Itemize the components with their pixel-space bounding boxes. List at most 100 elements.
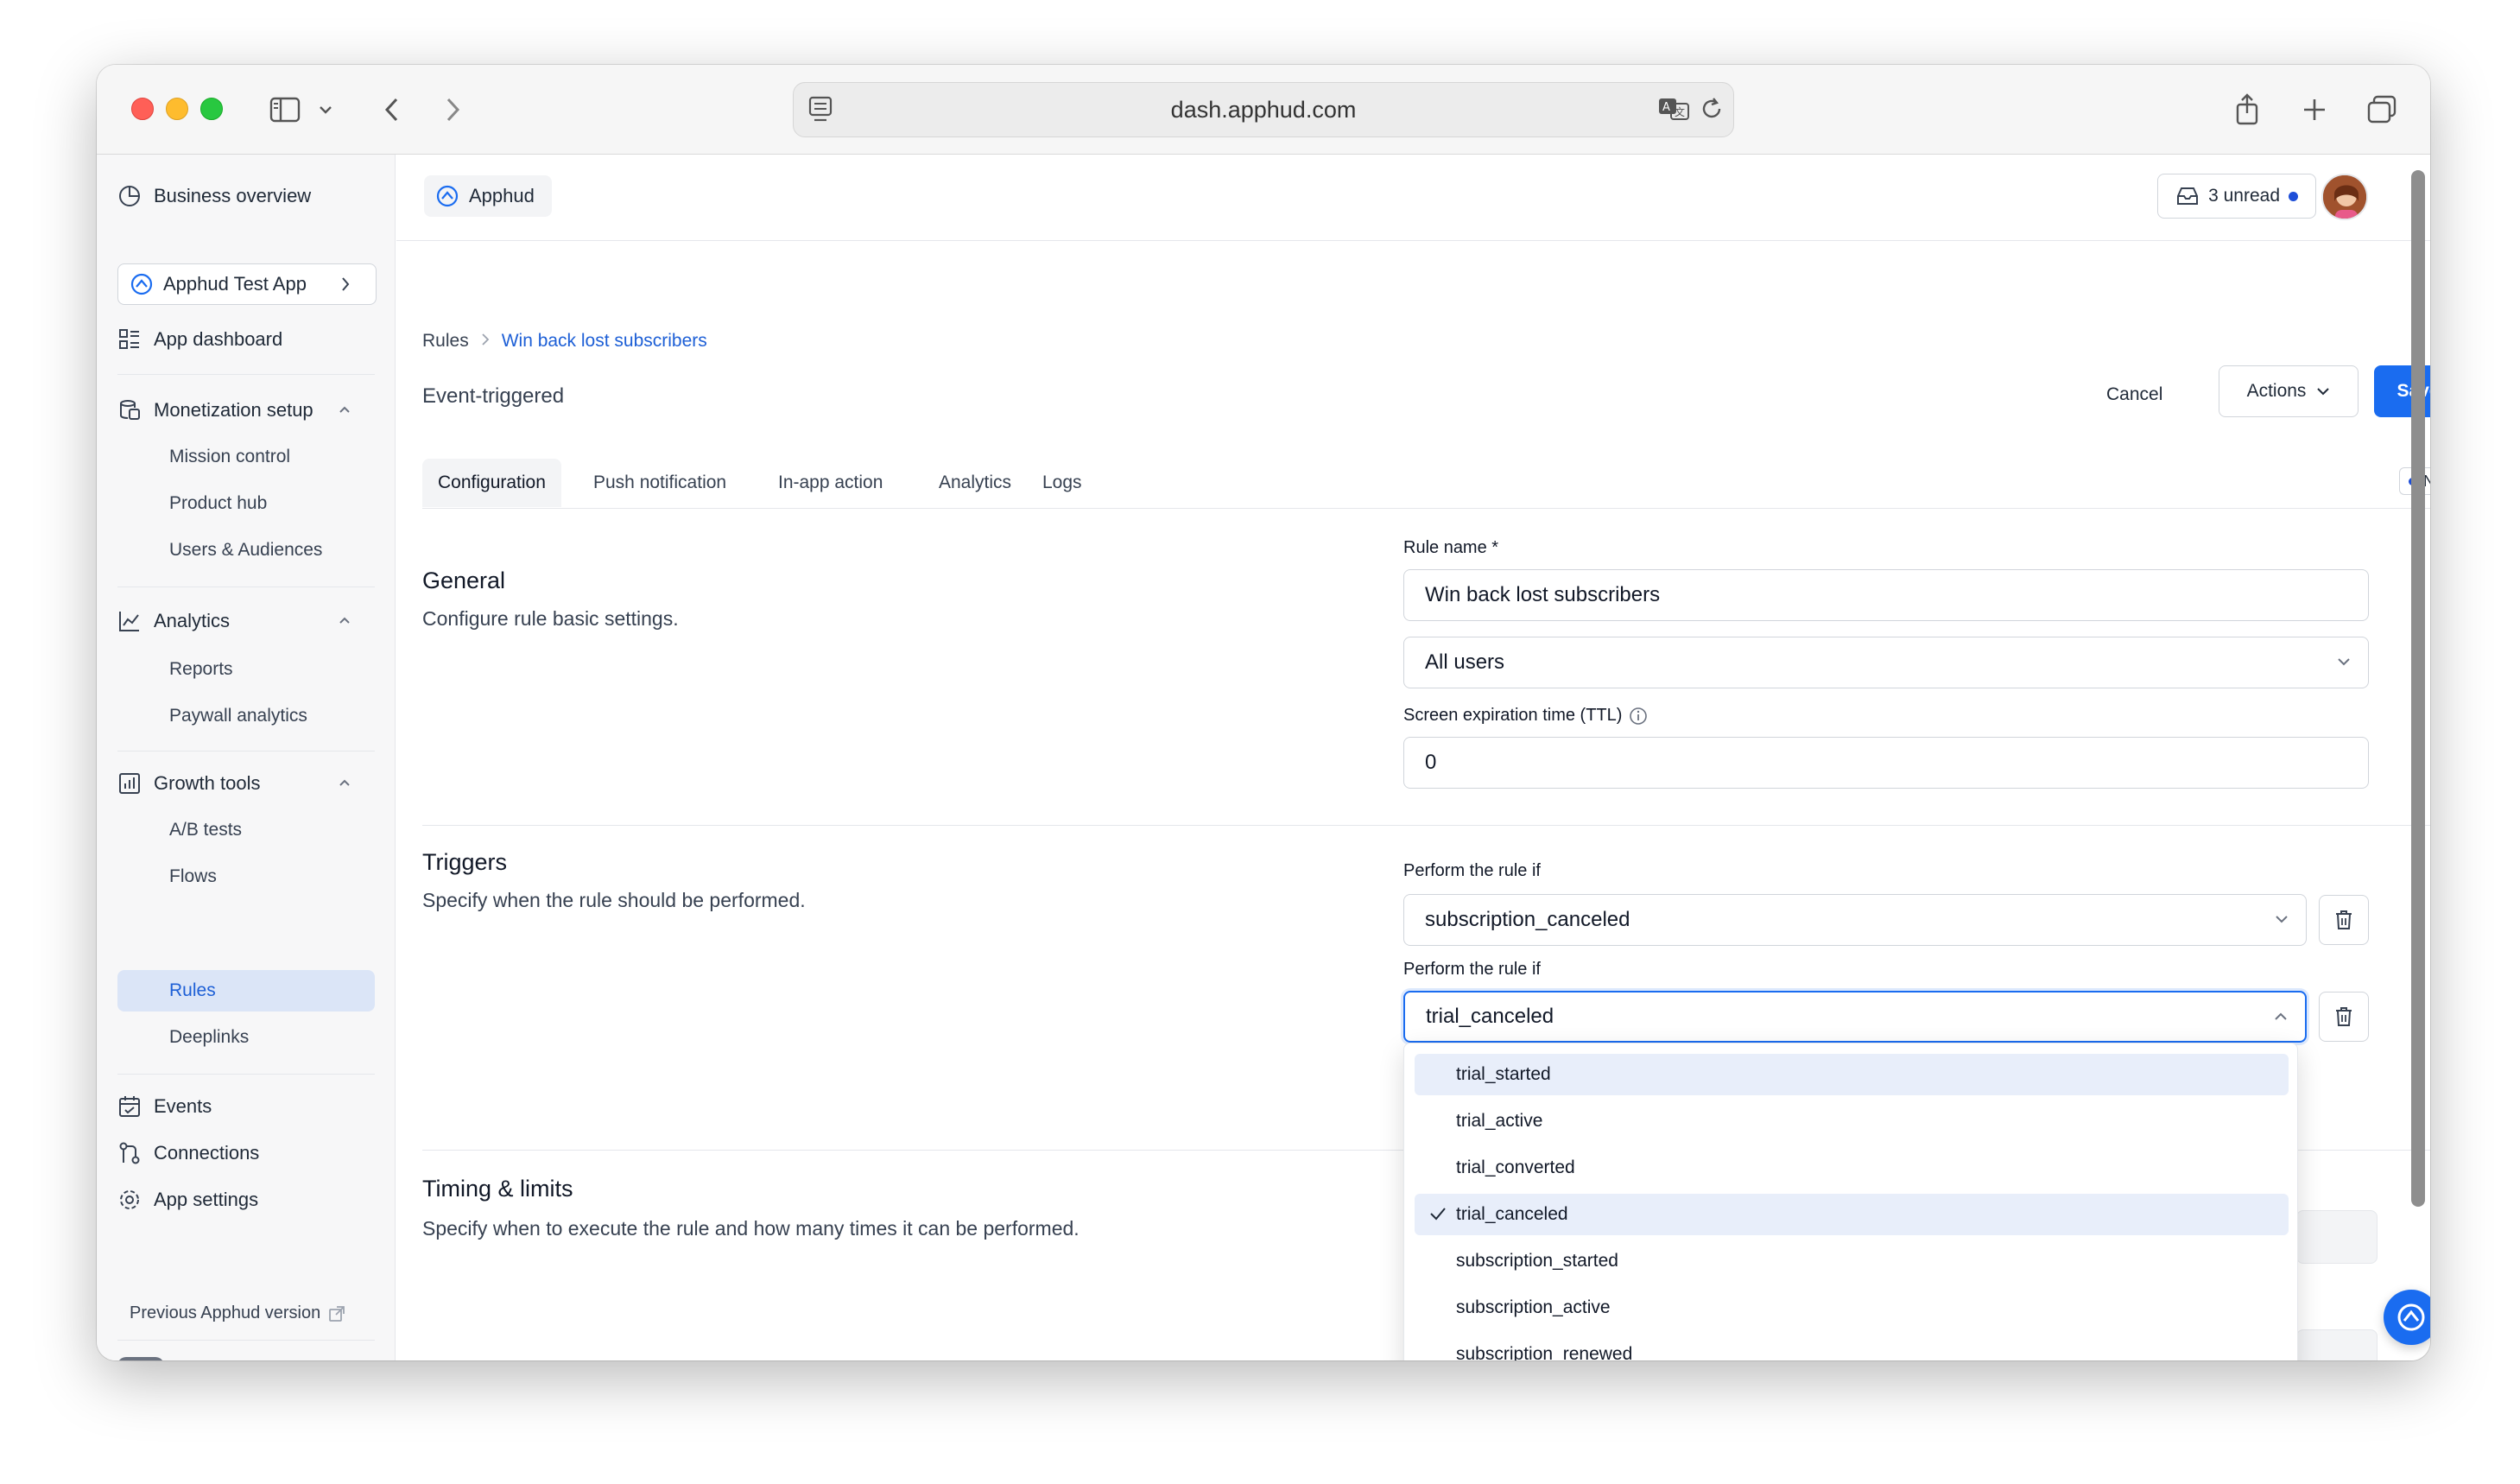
trigger-condition-select-open[interactable]: trial_canceled [1403, 991, 2307, 1043]
page-settings-icon[interactable] [807, 95, 833, 130]
external-link-icon [329, 1305, 345, 1322]
avatar[interactable] [2321, 174, 2368, 220]
timing-section-title: Timing & limits [422, 1176, 573, 1202]
sidebar-item-mission-control[interactable]: Mission control [169, 438, 290, 476]
sidebar-item-connections[interactable]: Connections [117, 1134, 259, 1172]
close-window-button[interactable] [131, 98, 154, 120]
chevron-up-icon [2275, 1012, 2287, 1020]
unread-notifications-button[interactable]: 3 unread [2157, 174, 2316, 219]
browser-titlebar: dash.apphud.com A文 [97, 65, 2430, 155]
address-bar[interactable]: dash.apphud.com A文 [793, 82, 1734, 137]
apphud-logo-icon[interactable] [117, 1357, 164, 1360]
connections-icon [119, 1142, 140, 1164]
cancel-button[interactable]: Cancel [2106, 384, 2162, 405]
trash-icon [2336, 910, 2352, 929]
new-tab-icon[interactable] [2297, 91, 2332, 129]
tab-push-notification[interactable]: Push notification [593, 459, 726, 507]
dropdown-option-subscription-started[interactable]: subscription_started [1415, 1240, 2289, 1282]
url-text: dash.apphud.com [1170, 96, 1357, 123]
tab-configuration[interactable]: Configuration [422, 459, 561, 507]
unread-count-label: 3 unread [2208, 186, 2280, 206]
sidebar-item-users-audiences[interactable]: Users & Audiences [169, 531, 322, 569]
tab-logs[interactable]: Logs [1042, 459, 1082, 507]
sidebar-item-reports[interactable]: Reports [169, 650, 233, 688]
info-icon[interactable] [1629, 707, 1648, 726]
sidebar-item-product-hub[interactable]: Product hub [169, 485, 267, 523]
sidebar-item-business-overview[interactable]: Business overview [117, 177, 311, 215]
chevron-down-icon[interactable] [313, 91, 339, 129]
trigger-condition-value: subscription_canceled [1425, 908, 1630, 931]
apphud-logo-icon [2397, 1303, 2425, 1331]
trigger-options-dropdown: trial_started trial_active trial_convert… [1403, 1043, 2298, 1360]
sidebar-item-app-dashboard[interactable]: App dashboard [117, 320, 282, 358]
organization-chip[interactable]: Apphud [424, 175, 552, 217]
dropdown-option-trial-converted[interactable]: trial_converted [1415, 1147, 2289, 1189]
trigger-condition-label: Perform the rule if [1403, 960, 1541, 979]
app-selector[interactable]: Apphud Test App [117, 263, 377, 305]
tab-analytics[interactable]: Analytics [939, 459, 1011, 507]
sidebar-group-monetization[interactable]: Monetization setup [117, 391, 375, 429]
audience-select-value: All users [1425, 650, 1505, 674]
forward-arrow-icon[interactable] [435, 91, 470, 129]
sidebar-item-rules[interactable]: Rules [169, 972, 216, 1010]
tab-in-app-action[interactable]: In-app action [778, 459, 883, 507]
tab-bar: Configuration Push notification In-app a… [422, 459, 2430, 509]
sidebar-item-app-settings[interactable]: App settings [117, 1181, 258, 1219]
delete-condition-button[interactable] [2319, 992, 2369, 1042]
sidebar-item-label: Business overview [154, 185, 312, 206]
dropdown-option-subscription-renewed[interactable]: subscription_renewed [1415, 1334, 2289, 1360]
sidebar-group-growth-tools[interactable]: Growth tools [117, 764, 375, 802]
sidebar-item-events[interactable]: Events [117, 1088, 212, 1126]
chevron-down-icon [2338, 658, 2350, 666]
dropdown-option-label: trial_canceled [1456, 1204, 1568, 1224]
timing-field[interactable] [2296, 1210, 2378, 1264]
sidebar-divider [117, 1074, 375, 1075]
actions-dropdown-button[interactable]: Actions [2219, 365, 2359, 417]
sidebar-toggle-icon[interactable] [266, 91, 304, 129]
translate-icon[interactable]: A文 [1657, 95, 1690, 129]
rule-name-input[interactable]: Win back lost subscribers [1403, 569, 2369, 621]
sidebar-item-paywall-analytics[interactable]: Paywall analytics [169, 697, 307, 735]
section-divider [422, 825, 2430, 826]
delete-condition-button[interactable] [2319, 895, 2369, 945]
sidebar-item-label: App dashboard [154, 328, 283, 350]
organization-name: Apphud [469, 185, 535, 206]
sidebar-group-analytics[interactable]: Analytics [117, 602, 375, 640]
unread-dot [2289, 191, 2298, 201]
minimize-window-button[interactable] [166, 98, 188, 120]
trigger-condition-label: Perform the rule if [1403, 861, 1541, 880]
dropdown-option-trial-active[interactable]: trial_active [1415, 1100, 2289, 1142]
growth-chart-icon [119, 773, 140, 794]
previous-version-link[interactable]: Previous Apphud version [130, 1303, 346, 1323]
sidebar-divider [117, 374, 375, 375]
breadcrumb-current[interactable]: Win back lost subscribers [502, 331, 707, 352]
tab-overview-icon[interactable] [2363, 91, 2401, 129]
dropdown-option-subscription-active[interactable]: subscription_active [1415, 1287, 2289, 1329]
timing-field[interactable] [2296, 1329, 2378, 1360]
trigger-condition-value: trial_canceled [1426, 1005, 1554, 1028]
back-arrow-icon[interactable] [375, 91, 409, 129]
sidebar: Business overview Apphud Test App App da… [97, 155, 396, 1360]
browser-window: dash.apphud.com A文 Business overview App… [97, 65, 2430, 1360]
breadcrumb-rules[interactable]: Rules [422, 331, 469, 352]
share-icon[interactable] [2230, 91, 2264, 129]
chevron-right-icon [342, 277, 350, 291]
sidebar-item-flows[interactable]: Flows [169, 858, 217, 896]
maximize-window-button[interactable] [200, 98, 223, 120]
dropdown-option-trial-started[interactable]: trial_started [1415, 1054, 2289, 1095]
chevron-down-icon [2317, 388, 2330, 396]
audience-select[interactable]: All users [1403, 637, 2369, 688]
reload-icon[interactable] [1699, 95, 1725, 129]
trigger-condition-select[interactable]: subscription_canceled [1403, 894, 2307, 946]
sidebar-item-deeplinks[interactable]: Deeplinks [169, 1018, 249, 1056]
scrollbar[interactable] [2411, 170, 2425, 1207]
line-chart-icon [119, 612, 139, 631]
triggers-section-title: Triggers [422, 849, 508, 875]
rule-name-label: Rule name * [1403, 538, 1499, 557]
trash-icon [2336, 1007, 2352, 1026]
inbox-icon [2177, 187, 2199, 205]
ttl-input[interactable]: 0 [1403, 737, 2369, 789]
sidebar-divider [117, 1340, 375, 1341]
dropdown-option-trial-canceled[interactable]: trial_canceled [1415, 1194, 2289, 1235]
sidebar-item-ab-tests[interactable]: A/B tests [169, 811, 242, 849]
